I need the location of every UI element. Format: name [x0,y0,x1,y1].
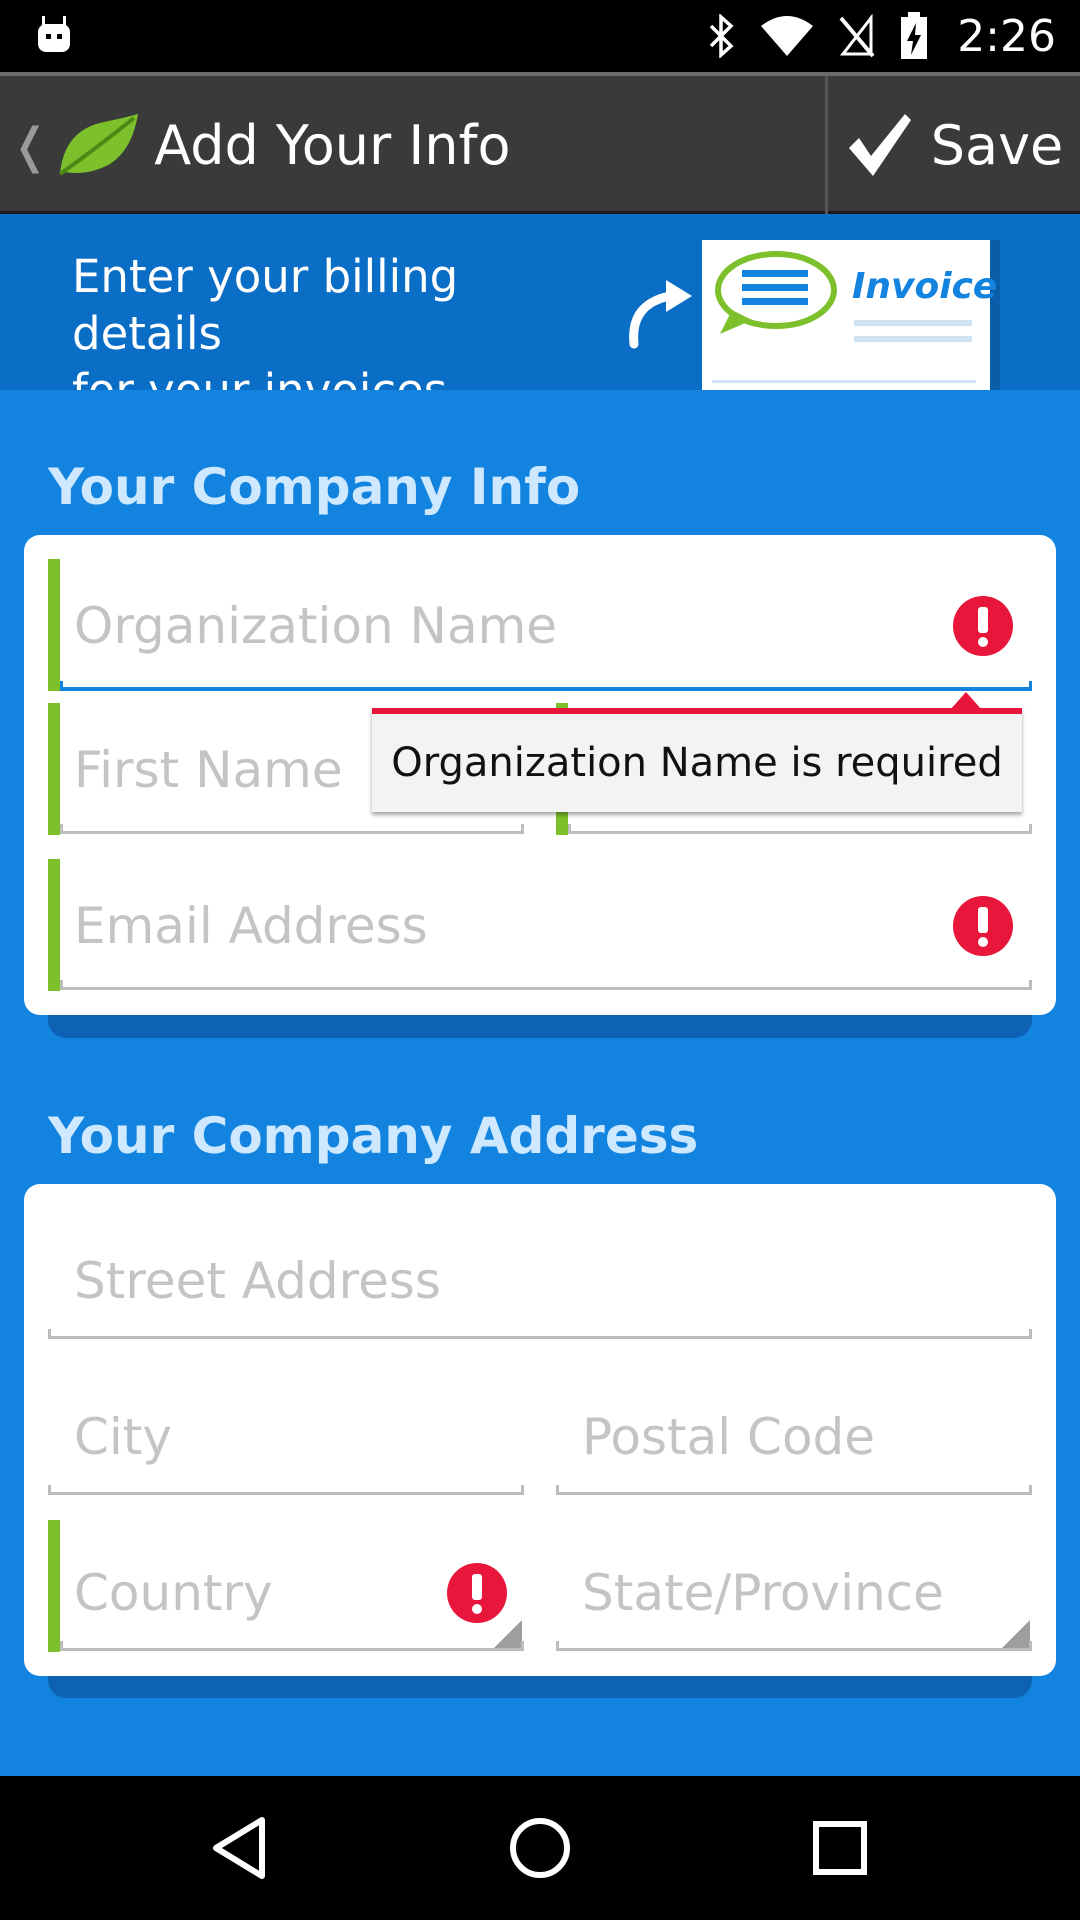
wifi-icon [761,16,814,56]
checkmark-icon [848,114,911,176]
field-underline [556,1485,1032,1495]
required-indicator [48,703,60,835]
speech-bubble-icon [715,251,837,334]
banner-line-1: Enter your billing details [72,250,459,360]
banner-line-2: for your invoices [72,362,612,390]
company-address-card: Street Address City Postal Code Country … [24,1184,1056,1676]
email-address-field[interactable]: Email Address [48,859,1032,991]
dropdown-corner-icon [1002,1620,1030,1648]
status-bar: 2:26 [0,0,1080,72]
back-nav-icon[interactable] [204,1812,276,1884]
banner-text: Enter your billing details for your invo… [72,248,612,390]
invoice-line [854,336,972,342]
country-dropdown[interactable]: Country [48,1520,524,1652]
street-address-field[interactable]: Street Address [48,1208,1032,1340]
postal-code-field[interactable]: Postal Code [556,1364,1032,1496]
field-underline [48,1485,524,1495]
home-nav-icon[interactable] [504,1812,576,1884]
error-icon [953,596,1013,656]
error-tooltip: Organization Name is required [372,708,1022,812]
field-underline [60,980,1032,990]
invoice-line [854,320,972,326]
card-shadow [48,1014,1032,1038]
section-title-company-info: Your Company Info [48,458,581,516]
back-chevron-icon[interactable]: ❬ [10,117,50,174]
save-button[interactable]: Save [828,76,1080,214]
dropdown-corner-icon [494,1620,522,1648]
billing-banner: Enter your billing details for your invo… [0,214,1080,390]
field-underline [60,681,1032,691]
section-title-company-address: Your Company Address [48,1107,699,1165]
field-underline [556,1641,1032,1651]
leaf-logo-icon [59,114,139,176]
error-icon [953,896,1013,956]
state-province-dropdown[interactable]: State/Province [556,1520,1032,1652]
first-name-placeholder: First Name [74,741,343,799]
clock: 2:26 [957,10,1056,62]
navigation-bar [0,1776,1080,1920]
invoice-line [712,380,976,383]
up-navigation[interactable]: ❬ Add Your Info [0,76,511,214]
page-title: Add Your Info [154,113,511,177]
bluetooth-icon [709,14,734,58]
country-placeholder: Country [74,1564,273,1622]
field-underline [48,1329,1032,1339]
required-indicator [48,859,60,991]
email-address-placeholder: Email Address [74,897,428,955]
field-underline [568,824,1032,834]
organization-name-field[interactable]: Organization Name [48,559,1032,691]
city-placeholder: City [74,1408,172,1466]
invoice-illustration: Invoice [702,240,997,390]
battery-icon [901,12,928,59]
city-field[interactable]: City [48,1364,524,1496]
error-icon [447,1563,507,1623]
street-address-placeholder: Street Address [74,1252,441,1310]
card-shadow [48,1674,1032,1698]
recents-nav-icon[interactable] [804,1812,876,1884]
field-underline [60,824,524,834]
required-indicator [48,1520,60,1652]
action-bar: ❬ Add Your Info Save [0,72,1080,214]
save-button-label: Save [930,113,1064,177]
android-icon [38,16,70,52]
required-indicator [48,559,60,691]
state-province-placeholder: State/Province [582,1564,944,1622]
postal-code-placeholder: Postal Code [582,1408,876,1466]
no-sim-icon [839,14,875,58]
field-underline [60,1641,524,1651]
curved-arrow-icon [629,280,692,349]
organization-name-placeholder: Organization Name [74,597,558,655]
invoice-label: Invoice [852,266,998,307]
